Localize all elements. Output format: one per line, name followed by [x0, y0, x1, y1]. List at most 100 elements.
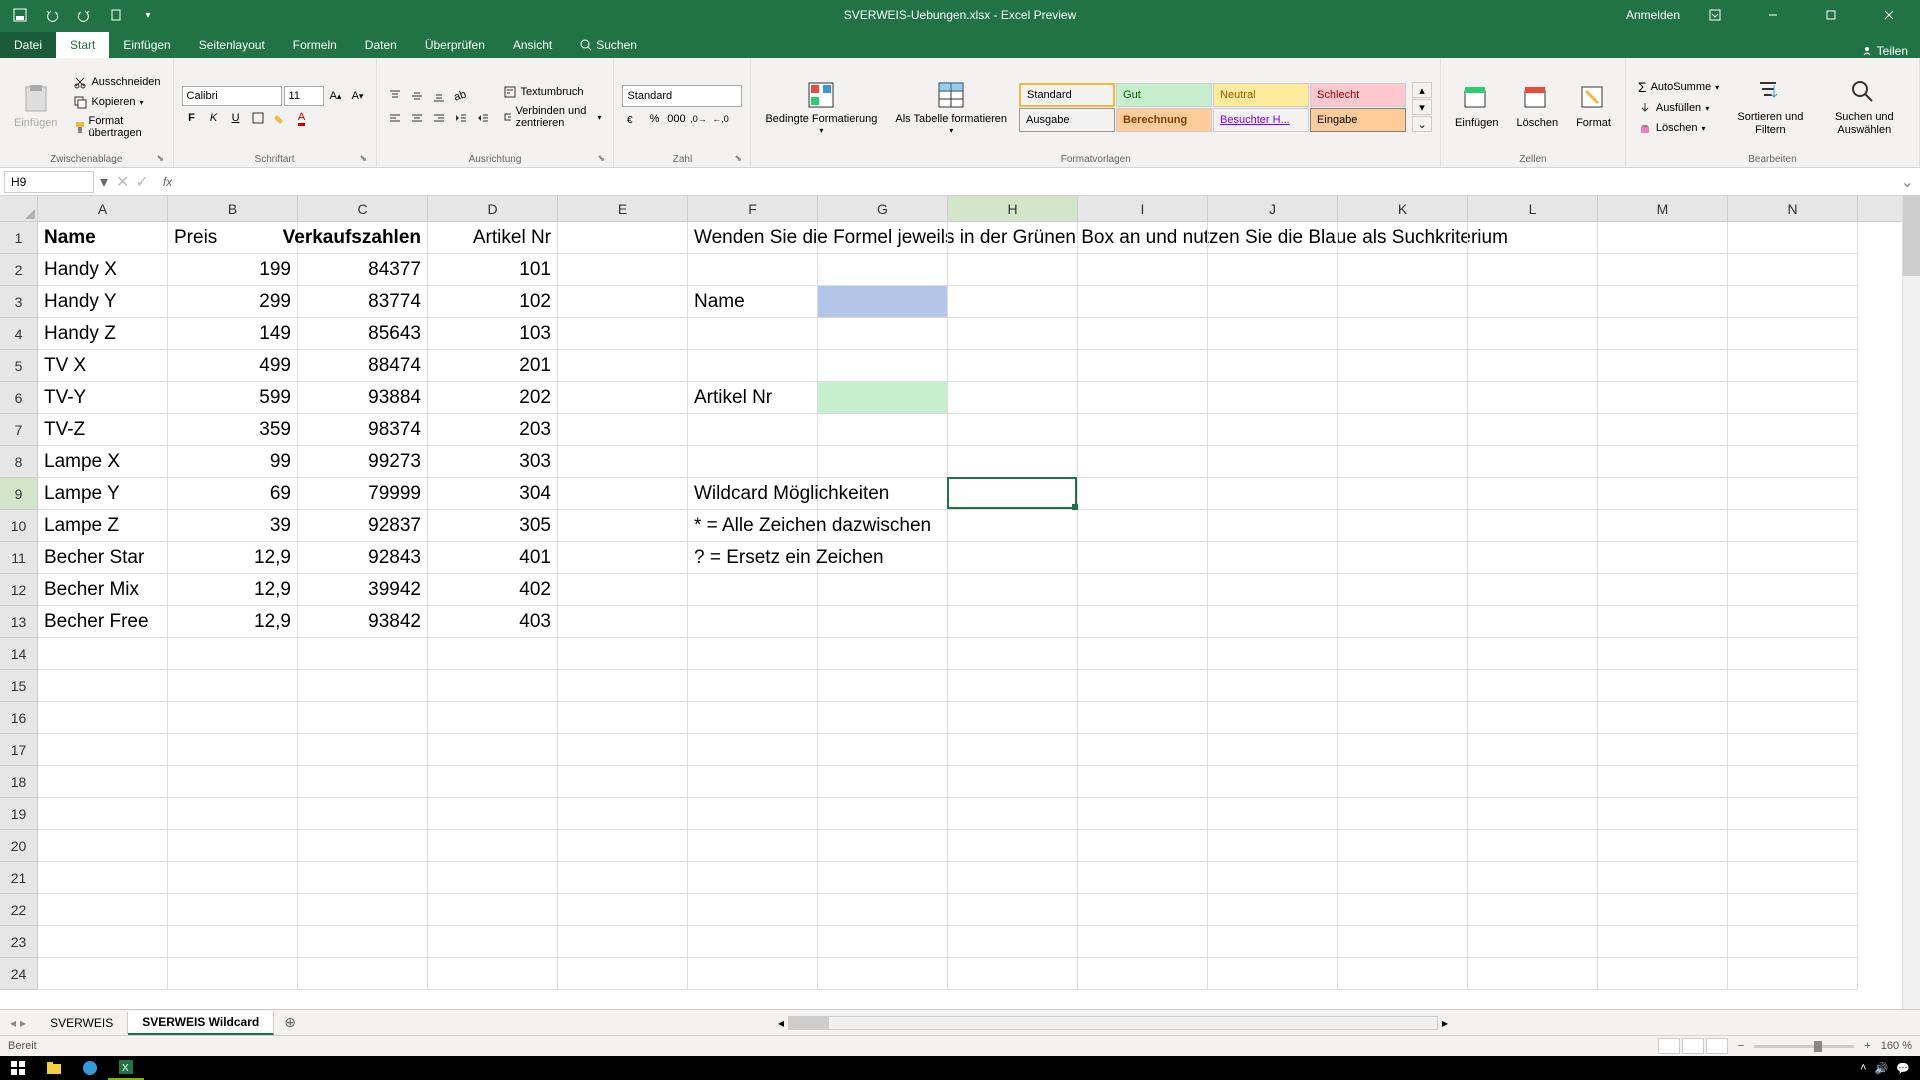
cell-I15[interactable]	[1078, 670, 1208, 702]
cell-D1[interactable]: Artikel Nr	[428, 222, 558, 254]
column-header-H[interactable]: H	[948, 196, 1078, 221]
cell-F9[interactable]: Wildcard Möglichkeiten	[688, 478, 818, 510]
autosum-button[interactable]: ΣAutoSumme▾	[1634, 77, 1723, 97]
row-header-24[interactable]: 24	[0, 958, 38, 990]
column-header-F[interactable]: F	[688, 196, 818, 221]
cell-J22[interactable]	[1208, 894, 1338, 926]
cell-L23[interactable]	[1468, 926, 1598, 958]
cell-A2[interactable]: Handy X	[38, 254, 168, 286]
cell-D5[interactable]: 201	[428, 350, 558, 382]
cell-L9[interactable]	[1468, 478, 1598, 510]
share-button[interactable]: Teilen	[1861, 44, 1908, 58]
cell-H7[interactable]	[948, 414, 1078, 446]
cell-G24[interactable]	[818, 958, 948, 990]
cell-D7[interactable]: 203	[428, 414, 558, 446]
cell-N5[interactable]	[1728, 350, 1858, 382]
cell-E6[interactable]	[558, 382, 688, 414]
tray-volume-icon[interactable]: 🔊	[1875, 1062, 1889, 1075]
cell-C11[interactable]: 92843	[298, 542, 428, 574]
font-color-icon[interactable]: A	[292, 108, 312, 128]
cell-C12[interactable]: 39942	[298, 574, 428, 606]
cell-J18[interactable]	[1208, 766, 1338, 798]
cell-I21[interactable]	[1078, 862, 1208, 894]
cell-C4[interactable]: 85643	[298, 318, 428, 350]
cell-E24[interactable]	[558, 958, 688, 990]
cell-N4[interactable]	[1728, 318, 1858, 350]
cell-I13[interactable]	[1078, 606, 1208, 638]
cell-B22[interactable]	[168, 894, 298, 926]
fx-label[interactable]: fx	[155, 175, 180, 189]
cell-B5[interactable]: 499	[168, 350, 298, 382]
cell-G9[interactable]	[818, 478, 948, 510]
cell-J17[interactable]	[1208, 734, 1338, 766]
decrease-decimal-icon[interactable]: ←,0	[710, 109, 730, 129]
cell-E1[interactable]	[558, 222, 688, 254]
cell-H2[interactable]	[948, 254, 1078, 286]
cell-K18[interactable]	[1338, 766, 1468, 798]
cell-style-standard[interactable]: Standard	[1019, 83, 1115, 107]
row-header-19[interactable]: 19	[0, 798, 38, 830]
row-header-20[interactable]: 20	[0, 830, 38, 862]
orientation-icon[interactable]: ab	[451, 86, 471, 106]
cell-F19[interactable]	[688, 798, 818, 830]
cell-E8[interactable]	[558, 446, 688, 478]
cell-D9[interactable]: 304	[428, 478, 558, 510]
cell-H18[interactable]	[948, 766, 1078, 798]
cell-A11[interactable]: Becher Star	[38, 542, 168, 574]
cell-G6[interactable]	[818, 382, 948, 414]
cell-A24[interactable]	[38, 958, 168, 990]
start-button[interactable]	[0, 1056, 36, 1080]
cell-F1[interactable]: Wenden Sie die Formel jeweils in der Grü…	[688, 222, 818, 254]
cell-K9[interactable]	[1338, 478, 1468, 510]
cell-I3[interactable]	[1078, 286, 1208, 318]
cell-L24[interactable]	[1468, 958, 1598, 990]
cell-N6[interactable]	[1728, 382, 1858, 414]
cell-style-neutral[interactable]: Neutral	[1213, 83, 1309, 107]
cell-L15[interactable]	[1468, 670, 1598, 702]
cell-I22[interactable]	[1078, 894, 1208, 926]
cell-E17[interactable]	[558, 734, 688, 766]
conditional-formatting-button[interactable]: Bedingte Formatierung▾	[759, 75, 883, 140]
cell-D19[interactable]	[428, 798, 558, 830]
cell-G17[interactable]	[818, 734, 948, 766]
cell-J4[interactable]	[1208, 318, 1338, 350]
align-right-icon[interactable]	[429, 108, 449, 128]
sign-in-link[interactable]: Anmelden	[1626, 8, 1680, 22]
cell-L21[interactable]	[1468, 862, 1598, 894]
cell-B10[interactable]: 39	[168, 510, 298, 542]
percent-format-icon[interactable]: %	[644, 109, 664, 129]
align-bottom-icon[interactable]	[429, 86, 449, 106]
cell-H17[interactable]	[948, 734, 1078, 766]
cell-K19[interactable]	[1338, 798, 1468, 830]
cell-E23[interactable]	[558, 926, 688, 958]
cell-B8[interactable]: 99	[168, 446, 298, 478]
cell-style-gut[interactable]: Gut	[1116, 83, 1212, 107]
zoom-out-icon[interactable]: −	[1738, 1040, 1744, 1052]
zoom-slider[interactable]	[1754, 1045, 1854, 1048]
cell-H1[interactable]	[948, 222, 1078, 254]
cell-M5[interactable]	[1598, 350, 1728, 382]
alignment-launcher-icon[interactable]: ⬊	[597, 153, 609, 165]
cell-A15[interactable]	[38, 670, 168, 702]
cell-M23[interactable]	[1598, 926, 1728, 958]
cell-I10[interactable]	[1078, 510, 1208, 542]
cell-H9[interactable]	[948, 478, 1078, 510]
decrease-indent-icon[interactable]	[451, 108, 471, 128]
cell-L17[interactable]	[1468, 734, 1598, 766]
formula-input[interactable]	[180, 171, 1894, 193]
cell-J13[interactable]	[1208, 606, 1338, 638]
cell-J20[interactable]	[1208, 830, 1338, 862]
cell-F20[interactable]	[688, 830, 818, 862]
row-header-22[interactable]: 22	[0, 894, 38, 926]
vertical-scrollbar[interactable]	[1902, 196, 1920, 1009]
cell-M10[interactable]	[1598, 510, 1728, 542]
accounting-format-icon[interactable]: €	[622, 109, 642, 129]
cell-C19[interactable]	[298, 798, 428, 830]
cell-E4[interactable]	[558, 318, 688, 350]
row-header-14[interactable]: 14	[0, 638, 38, 670]
cell-L7[interactable]	[1468, 414, 1598, 446]
tab-datei[interactable]: Datei	[0, 32, 56, 58]
cell-F10[interactable]: * = Alle Zeichen dazwischen	[688, 510, 818, 542]
cell-M8[interactable]	[1598, 446, 1728, 478]
font-launcher-icon[interactable]: ⬊	[360, 153, 372, 165]
